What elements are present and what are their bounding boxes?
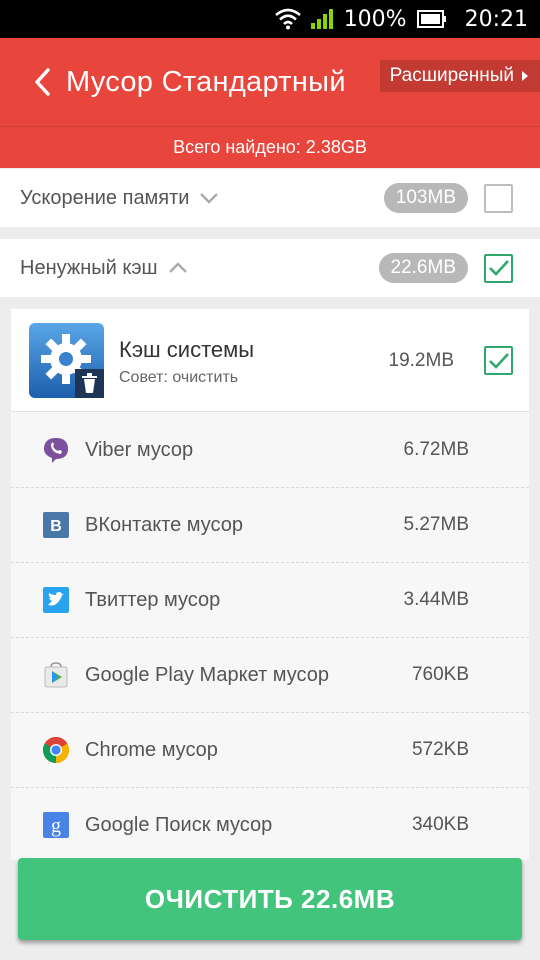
vk-icon: B [42, 511, 70, 539]
google-play-icon [42, 661, 70, 689]
chevron-right-icon [522, 71, 528, 81]
list-item[interactable]: B ВКонтакте мусор 5.27MB [11, 488, 529, 563]
memory-checkbox[interactable] [484, 183, 513, 213]
svg-text:B: B [50, 518, 62, 535]
checkmark-icon [488, 352, 509, 369]
list-item[interactable]: Google Play Маркет мусор 760KB [11, 638, 529, 713]
junk-cache-row[interactable]: Ненужный кэш 22.6MB [0, 239, 540, 297]
memory-boost-text: Ускорение памяти [20, 186, 190, 209]
system-cache-advice: Совет: очистить [119, 369, 239, 386]
system-cache-row[interactable]: Кэш системы Совет: очистить 19.2MB [11, 309, 529, 412]
status-bar: 100% 20:21 [0, 0, 540, 38]
item-name: Chrome мусор [85, 738, 218, 761]
memory-size-badge: 103MB [383, 183, 468, 213]
item-name: ВКонтакте мусор [85, 513, 244, 536]
memory-boost-row[interactable]: Ускорение памяти 103MB [0, 169, 540, 227]
total-found-summary: Всего найдено: 2.38GB [0, 126, 540, 168]
list-item[interactable]: Твиттер мусор 3.44MB [11, 563, 529, 638]
system-settings-trash-icon [29, 323, 104, 398]
list-item[interactable]: Chrome мусор 572KB [11, 713, 529, 788]
item-size: 6.72MB [403, 439, 469, 460]
advanced-mode-label: Расширенный [389, 65, 514, 86]
checkmark-icon [488, 260, 509, 276]
item-name: Viber мусор [85, 438, 194, 461]
item-size: 572KB [411, 739, 469, 760]
chevron-down-icon [199, 192, 219, 204]
system-cache-title: Кэш системы [119, 337, 255, 362]
cache-size-badge: 22.6MB [378, 253, 468, 283]
battery-percent: 100% [343, 6, 407, 32]
item-name: Твиттер мусор [85, 588, 221, 611]
item-name: Google Play Маркет мусор [85, 663, 330, 686]
list-item[interactable]: g Google Поиск мусор 340KB [11, 788, 529, 860]
junk-cache-label: Ненужный кэш [20, 257, 188, 280]
chevron-up-icon [168, 262, 188, 274]
advanced-mode-button[interactable]: Расширенный [379, 60, 540, 92]
twitter-icon [42, 586, 70, 614]
cache-details-card: Кэш системы Совет: очистить 19.2MB Viber… [11, 309, 529, 860]
item-size: 340KB [411, 814, 469, 835]
clock: 20:21 [464, 6, 528, 32]
google-search-icon: g [42, 811, 70, 839]
page-title: Мусор Стандартный [66, 65, 346, 98]
item-size: 5.27MB [403, 514, 469, 535]
system-cache-checkbox[interactable] [484, 346, 513, 375]
memory-boost-label: Ускорение памяти [20, 187, 219, 210]
battery-icon [416, 10, 447, 28]
svg-text:g: g [51, 815, 61, 837]
item-size: 760KB [411, 664, 469, 685]
viber-icon [42, 436, 70, 464]
chrome-icon [42, 736, 70, 764]
cache-checkbox[interactable] [484, 253, 513, 283]
list-item[interactable]: Viber мусор 6.72MB [11, 413, 529, 488]
junk-cache-text: Ненужный кэш [20, 256, 158, 279]
item-size: 3.44MB [403, 589, 469, 610]
back-arrow-icon[interactable] [22, 62, 62, 102]
system-cache-size: 19.2MB [388, 350, 454, 371]
app-bar: Мусор Стандартный Расширенный [0, 38, 540, 126]
item-name: Google Поиск мусор [85, 813, 273, 836]
clean-button[interactable]: ОЧИСТИТЬ 22.6MB [18, 858, 522, 940]
wifi-icon [274, 8, 302, 30]
signal-icon [310, 8, 336, 30]
